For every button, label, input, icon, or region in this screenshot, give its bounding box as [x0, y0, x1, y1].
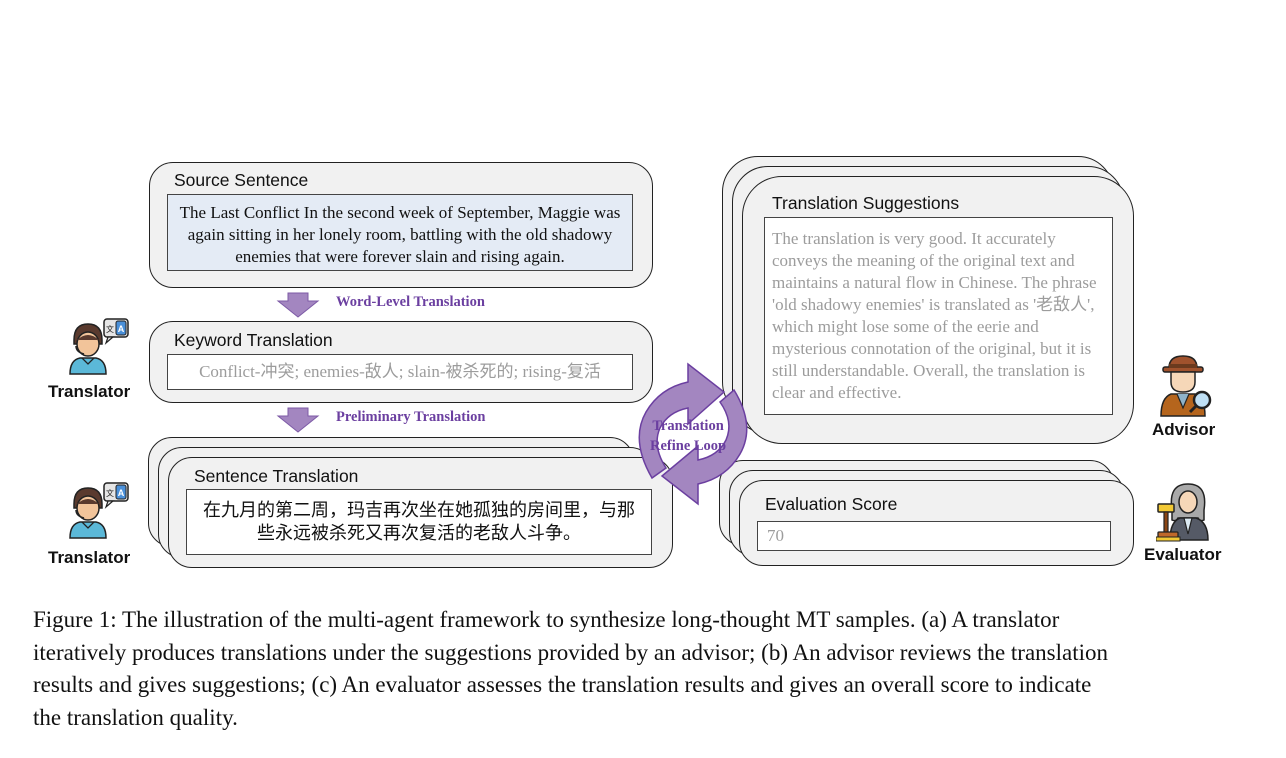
caption-line-1: Figure 1: The illustration of the multi-… [33, 607, 1060, 632]
keyword-translation-title: Keyword Translation [174, 330, 333, 350]
keyword-translation-text: Conflict-冲突; enemies-敌人; slain-被杀死的; ris… [167, 354, 633, 390]
svg-text:A: A [118, 488, 125, 498]
translator-bottom-label: Translator [48, 548, 131, 567]
refine-loop-label-line-2: Refine Loop [650, 438, 727, 454]
keyword-translation-card: Keyword Translation Conflict-冲突; enemies… [149, 321, 653, 403]
caption-line-2: iteratively produces translations under … [33, 639, 1109, 665]
translation-suggestions-card: Translation Suggestions The translation … [742, 176, 1134, 444]
sentence-translation-card: Sentence Translation 在九月的第二周，玛吉再次坐在她孤独的房… [168, 457, 673, 568]
word-level-translation-label: Word-Level Translation [336, 294, 485, 310]
evaluation-score-value: 70 [757, 521, 1111, 551]
advisor-label: Advisor [1152, 420, 1216, 439]
translation-suggestions-text: The translation is very good. It accurat… [764, 217, 1113, 415]
sentence-translation-text: 在九月的第二周，玛吉再次坐在她孤独的房间里，与那 些永远被杀死又再次复活的老敌人… [186, 489, 652, 555]
evaluation-score-title: Evaluation Score [765, 494, 898, 514]
down-arrow-icon [276, 292, 320, 318]
refine-loop-label: Translation Refine Loop [650, 416, 726, 456]
caption-line-3: results and gives suggestions; (c) An ev… [33, 672, 1092, 697]
evaluation-score-card: Evaluation Score 70 [739, 480, 1134, 566]
detective-magnifier-icon [1160, 355, 1212, 417]
judge-gavel-icon [1156, 483, 1209, 542]
sentence-translation-title: Sentence Translation [194, 466, 359, 486]
source-sentence-text: The Last Conflict In the second week of … [167, 194, 633, 271]
caption-line-4: the translation quality. [33, 704, 238, 730]
svg-text:文: 文 [106, 488, 114, 498]
refine-loop-label-line-1: Translation [652, 418, 724, 434]
preliminary-translation-label: Preliminary Translation [336, 409, 486, 425]
sentence-translation-line-2: 些永远被杀死又再次复活的老敌人斗争。 [257, 523, 581, 543]
source-sentence-card: Source Sentence The Last Conflict In the… [149, 162, 653, 288]
evaluator-label: Evaluator [1144, 545, 1222, 564]
svg-text:A: A [118, 324, 125, 334]
source-sentence-title: Source Sentence [174, 170, 309, 190]
sentence-translation-line-1: 在九月的第二周，玛吉再次坐在她孤独的房间里，与那 [203, 500, 635, 520]
figure-caption: Figure 1: The illustration of the multi-… [33, 604, 1248, 734]
translator-person-icon: A 文 [69, 318, 129, 375]
translator-top-label: Translator [48, 382, 131, 401]
translation-suggestions-title: Translation Suggestions [772, 193, 960, 213]
translator-person-icon: A 文 [69, 482, 129, 539]
svg-text:文: 文 [106, 324, 114, 334]
down-arrow-icon [276, 407, 320, 433]
